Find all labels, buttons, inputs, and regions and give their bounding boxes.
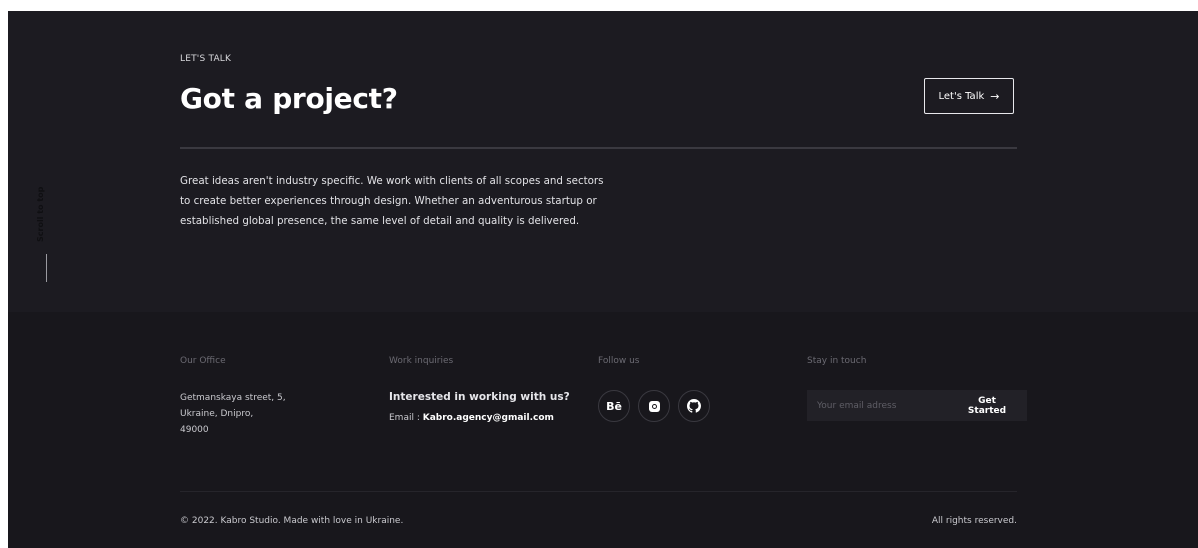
work-email-line: Email : Kabro.agency@gmail.com: [389, 413, 554, 423]
address-line: Getmanskaya street, 5,: [180, 393, 286, 403]
cta-description: Great ideas aren't industry specific. We…: [180, 175, 604, 227]
work-question: Interested in working with us?: [389, 391, 570, 403]
lets-talk-label: Let's Talk: [938, 90, 985, 102]
get-started-button[interactable]: Get Started: [947, 390, 1027, 421]
lets-talk-button[interactable]: Let's Talk →: [924, 78, 1014, 114]
scroll-to-top[interactable]: Scroll to top: [34, 178, 60, 282]
cta-eyebrow: LET'S TALK: [180, 54, 232, 64]
instagram-button[interactable]: [638, 390, 670, 422]
github-icon: [687, 399, 701, 413]
newsletter-form: Get Started: [807, 390, 1027, 421]
email-link[interactable]: Kabro.agency@gmail.com: [423, 413, 554, 423]
scroll-line: [46, 254, 47, 282]
behance-button[interactable]: Bē: [598, 390, 630, 422]
cta-title: Got a project?: [180, 82, 398, 115]
all-rights: All rights reserved.: [931, 516, 1017, 526]
address-line: Ukraine, Dnipro,: [180, 409, 254, 419]
instagram-icon: [648, 400, 660, 412]
cta-divider: [180, 147, 1017, 149]
copyright: © 2022. Kabro Studio. Made with love in …: [180, 516, 404, 526]
behance-icon: Bē: [606, 399, 622, 413]
follow-heading: Follow us: [598, 356, 640, 366]
footer-divider: [180, 491, 1017, 492]
arrow-right-icon: →: [990, 89, 1000, 103]
office-heading: Our Office: [180, 356, 226, 366]
address-line: 49000: [180, 425, 209, 435]
email-label: Email :: [389, 413, 420, 423]
github-button[interactable]: [678, 390, 710, 422]
office-address: Getmanskaya street, 5, Ukraine, Dnipro, …: [180, 390, 286, 438]
newsletter-heading: Stay in touch: [807, 356, 867, 366]
work-heading: Work inquiries: [389, 356, 454, 366]
scroll-to-top-label: Scroll to top: [36, 186, 45, 242]
email-input[interactable]: [807, 390, 947, 421]
